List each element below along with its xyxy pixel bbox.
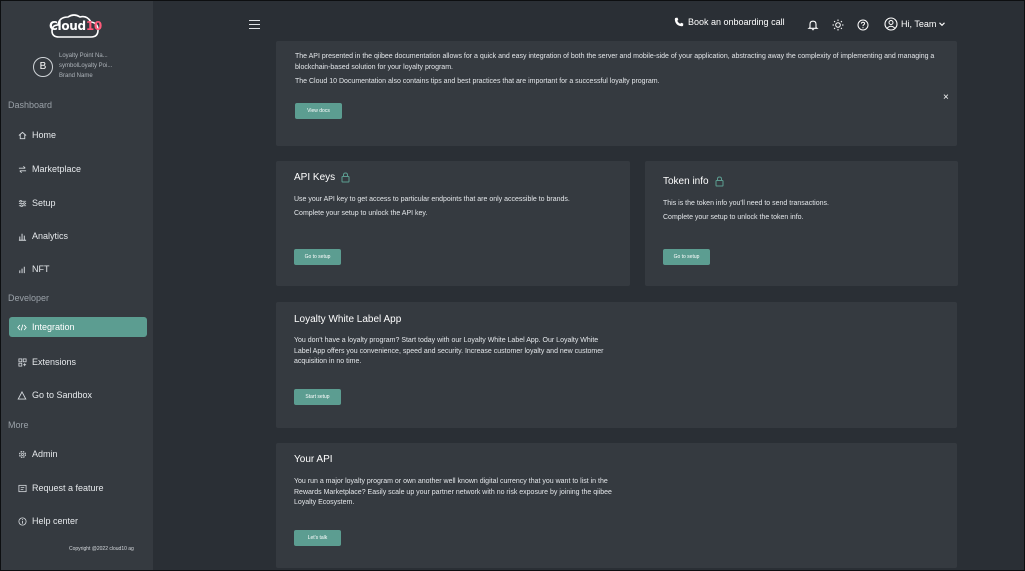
sidebar-item-label: Request a feature: [32, 483, 104, 493]
token-info-card: Token info This is the token info you'll…: [645, 161, 958, 286]
onboarding-label: Book an onboarding call: [688, 17, 785, 27]
sidebar-item-label: Home: [32, 130, 57, 140]
card-title: Token info: [663, 176, 709, 187]
api-keys-go-to-setup-button[interactable]: Go to setup: [294, 249, 341, 265]
section-dashboard: Dashboard: [8, 100, 53, 110]
section-developer: Developer: [8, 293, 50, 303]
sun-icon: [832, 19, 844, 31]
api-keys-card: API Keys Use your API key to get access …: [276, 161, 630, 286]
sidebar-item-extensions[interactable]: Extensions: [9, 352, 147, 372]
white-label-description: You don't have a loyalty program? Start …: [294, 337, 604, 365]
notifications-button[interactable]: [807, 18, 819, 31]
api-keys-description: Use your API key to get access to partic…: [294, 196, 570, 203]
phone-icon: [674, 17, 684, 27]
token-info-description: This is the token info you'll need to se…: [663, 200, 829, 207]
api-keys-unlock-note: Complete your setup to unlock the API ke…: [294, 210, 428, 217]
docs-description: The API presented in the qiibee document…: [295, 53, 935, 71]
brand-symbol: symbolLoyalty Poi...: [59, 63, 113, 69]
sidebar-item-setup[interactable]: Setup: [9, 193, 147, 213]
sidebar-item-marketplace[interactable]: Marketplace: [9, 159, 147, 179]
swap-arrows-icon: [17, 164, 27, 174]
api-keys-title-row: API Keys: [294, 172, 350, 183]
sidebar-item-integration[interactable]: Integration: [9, 317, 147, 337]
sidebar-item-sandbox[interactable]: Go to Sandbox: [9, 385, 147, 405]
bell-icon: [807, 20, 819, 31]
chevron-down-icon: [939, 22, 946, 27]
code-icon: [17, 322, 27, 332]
sliders-icon: [17, 198, 27, 208]
token-info-go-to-setup-button[interactable]: Go to setup: [663, 249, 710, 265]
white-label-app-card: Loyalty White Label App You don't have a…: [276, 302, 957, 428]
copyright-text: Copyright @2022 cloud10 ag: [69, 546, 134, 552]
your-api-description: You run a major loyalty program or own a…: [294, 478, 612, 506]
section-more: More: [8, 420, 29, 430]
sidebar-item-admin[interactable]: Admin: [9, 444, 147, 464]
card-title: API Keys: [294, 172, 336, 183]
documentation-card: The API presented in the qiibee document…: [276, 41, 957, 146]
nft-chart-icon: [17, 264, 27, 274]
sidebar-item-request-feature[interactable]: Request a feature: [9, 478, 147, 498]
sidebar-item-label: NFT: [32, 264, 50, 274]
sidebar-item-label: Go to Sandbox: [32, 390, 93, 400]
sidebar-item-help-center[interactable]: Help center: [9, 511, 147, 531]
your-api-card: Your API You run a major loyalty program…: [276, 443, 957, 568]
warning-triangle-icon: [17, 390, 27, 400]
sidebar-item-label: Marketplace: [32, 164, 82, 174]
sidebar-item-label: Setup: [32, 198, 56, 208]
theme-toggle-button[interactable]: [832, 18, 844, 31]
lock-icon: [715, 176, 724, 187]
sidebar-item-nft[interactable]: NFT: [9, 259, 147, 279]
sidebar-item-analytics[interactable]: Analytics: [9, 226, 147, 246]
white-label-title: Loyalty White Label App: [294, 314, 402, 325]
view-docs-button[interactable]: View docs: [295, 103, 342, 119]
hamburger-icon: [249, 27, 260, 29]
hamburger-icon: [249, 20, 260, 22]
top-bar: Book an onboarding call Hi, Team: [153, 1, 1024, 41]
user-menu[interactable]: Hi, Team: [884, 17, 946, 31]
brand-name: Brand Name: [59, 73, 93, 79]
sidebar-item-label: Integration: [32, 322, 75, 332]
extensions-grid-icon: [17, 357, 27, 367]
token-info-unlock-note: Complete your setup to unlock the token …: [663, 214, 804, 221]
sidebar-item-label: Analytics: [32, 231, 69, 241]
logo-text: Cloud10: [49, 19, 102, 33]
gear-icon: [17, 449, 27, 459]
feature-request-icon: [17, 483, 27, 493]
close-icon[interactable]: ×: [943, 93, 949, 103]
sidebar-item-home[interactable]: Home: [9, 125, 147, 145]
cloud10-logo[interactable]: Cloud10: [49, 11, 102, 41]
book-onboarding-call-link[interactable]: Book an onboarding call: [674, 17, 785, 27]
lock-icon: [341, 172, 350, 183]
docs-tips-text: The Cloud 10 Documentation also contains…: [295, 78, 660, 85]
bar-chart-icon: [17, 231, 27, 241]
brand-switcher[interactable]: B Loyalty Point Na... symbolLoyalty Poi.…: [33, 53, 151, 83]
home-icon: [17, 130, 27, 140]
info-circle-icon: [17, 516, 27, 526]
help-button[interactable]: [857, 18, 869, 31]
your-api-title: Your API: [294, 454, 333, 465]
start-setup-button[interactable]: Start setup: [294, 389, 341, 405]
user-circle-icon: [884, 17, 898, 31]
hamburger-icon: [249, 23, 260, 26]
brand-loyalty-point-name: Loyalty Point Na...: [59, 53, 108, 59]
sidebar-item-label: Help center: [32, 516, 79, 526]
sidebar-item-label: Admin: [32, 449, 58, 459]
lets-talk-button[interactable]: Let's talk: [294, 530, 341, 546]
question-circle-icon: [857, 19, 869, 31]
sidebar-item-label: Extensions: [32, 357, 77, 367]
token-info-title-row: Token info: [663, 176, 724, 187]
menu-toggle-button[interactable]: [249, 20, 260, 29]
sidebar: Cloud10 B Loyalty Point Na... symbolLoya…: [1, 1, 153, 570]
user-greeting: Hi, Team: [901, 19, 937, 29]
brand-avatar: B: [33, 57, 53, 77]
